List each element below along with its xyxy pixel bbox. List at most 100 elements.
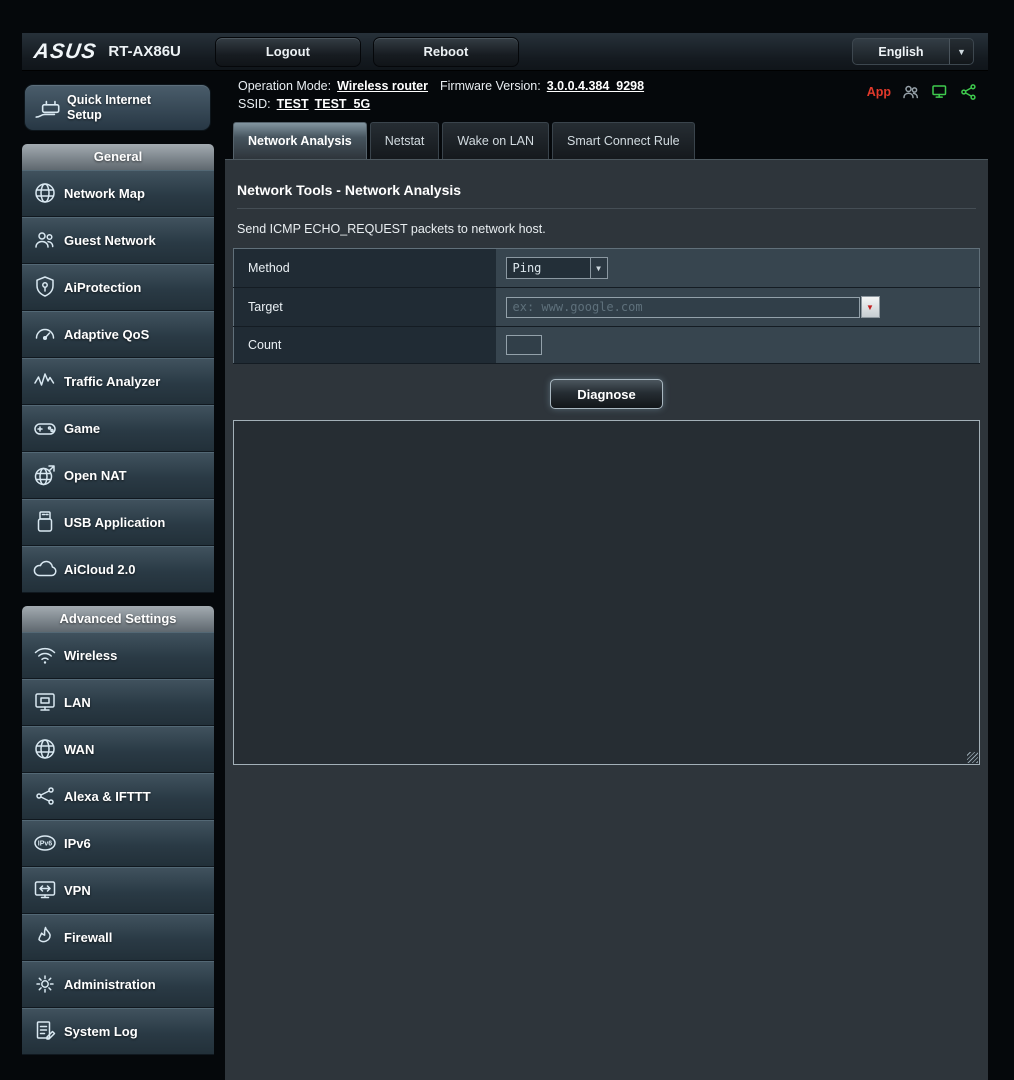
result-textarea[interactable] — [233, 420, 980, 765]
sidebar-item-lan[interactable]: LAN — [22, 679, 214, 726]
monitor-status-icon[interactable] — [931, 83, 949, 101]
language-dropdown[interactable]: English ▼ — [852, 38, 974, 65]
gamepad-icon — [26, 415, 64, 441]
sidebar-item-label: WAN — [64, 741, 95, 757]
analysis-form-table: Method Ping ▼ Target ex: www.google.com … — [233, 248, 980, 364]
sidebar-item-open-nat[interactable]: Open NAT — [22, 452, 214, 499]
method-selected-value: Ping — [512, 261, 542, 275]
sidebar-item-ipv6[interactable]: IPv6 IPv6 — [22, 820, 214, 867]
sidebar-item-label: Administration — [64, 976, 156, 992]
target-input[interactable] — [505, 296, 860, 318]
sidebar-item-label: Firewall — [64, 929, 113, 945]
chevron-down-icon: ▼ — [589, 258, 607, 278]
language-label: English — [878, 44, 924, 59]
ipv6-badge-icon: IPv6 — [26, 830, 64, 856]
sidebar-item-traffic-analyzer[interactable]: Traffic Analyzer — [22, 358, 214, 405]
sidebar-item-adaptive-qos[interactable]: Adaptive QoS — [22, 311, 214, 358]
sidebar-item-label: Game — [64, 420, 101, 436]
operation-mode-link[interactable]: Wireless router — [337, 79, 428, 93]
sidebar-item-wireless[interactable]: Wireless — [22, 632, 214, 679]
sidebar-item-label: System Log — [64, 1023, 138, 1039]
firmware-version-link[interactable]: 3.0.0.4.384_9298 — [547, 79, 644, 93]
sidebar-item-network-map[interactable]: Network Map — [22, 170, 214, 217]
count-row: Count — [233, 326, 980, 364]
globe-arrow-icon — [26, 462, 64, 488]
wan-globe-icon — [26, 736, 64, 762]
count-input[interactable] — [505, 335, 542, 355]
router-model: RT-AX86U — [108, 43, 181, 60]
vpn-tunnel-icon — [26, 877, 64, 903]
sidebar-item-label: Guest Network — [64, 232, 156, 248]
network-share-icon[interactable] — [960, 83, 978, 101]
svg-text:IPv6: IPv6 — [38, 841, 53, 848]
sidebar-item-alexa-ifttt[interactable]: Alexa & IFTTT — [22, 773, 214, 820]
sidebar-item-aiprotection[interactable]: AiProtection — [22, 264, 214, 311]
tab-netstat[interactable]: Netstat — [369, 122, 440, 159]
result-area-wrap — [233, 420, 980, 765]
wifi-icon — [26, 642, 64, 668]
clients-people-icon[interactable] — [902, 83, 920, 101]
app-link[interactable]: App — [867, 85, 891, 99]
main-column: Operation Mode: Wireless router Firmware… — [225, 71, 988, 1080]
sidebar: Quick Internet Setup General Network Map… — [22, 71, 214, 1080]
section-header-advanced: Advanced Settings — [22, 606, 214, 632]
gear-icon — [26, 971, 64, 997]
lan-port-icon — [26, 689, 64, 715]
sidebar-item-label: Open NAT — [64, 467, 127, 483]
method-label: Method — [233, 248, 496, 288]
usb-drive-icon — [26, 509, 64, 535]
waveform-icon — [26, 368, 64, 394]
section-header-general: General — [22, 144, 214, 170]
tab-smart-connect-rule[interactable]: Smart Connect Rule — [552, 122, 695, 159]
sidebar-item-vpn[interactable]: VPN — [22, 867, 214, 914]
logout-button[interactable]: Logout — [214, 36, 361, 67]
chevron-down-icon: ▼ — [949, 39, 973, 64]
ssid-5g-link[interactable]: TEST_5G — [315, 97, 371, 111]
quick-setup-line1: Quick Internet — [67, 92, 152, 107]
sidebar-item-label: USB Application — [64, 514, 166, 530]
flame-icon — [26, 924, 64, 950]
speedometer-icon — [26, 321, 64, 347]
cloud-icon — [26, 556, 64, 582]
page-title: Network Tools - Network Analysis — [237, 182, 976, 209]
resize-handle-icon[interactable] — [967, 752, 978, 763]
ssid-label: SSID: — [238, 97, 271, 111]
info-bar: Operation Mode: Wireless router Firmware… — [225, 71, 988, 159]
reboot-button[interactable]: Reboot — [372, 36, 519, 67]
connected-nodes-icon — [26, 783, 64, 809]
quick-setup-line2: Setup — [67, 107, 102, 122]
ssid-24g-link[interactable]: TEST — [277, 97, 309, 111]
sidebar-item-guest-network[interactable]: Guest Network — [22, 217, 214, 264]
sidebar-item-administration[interactable]: Administration — [22, 961, 214, 1008]
tab-network-analysis[interactable]: Network Analysis — [233, 122, 367, 159]
router-admin-app: ASUS RT-AX86U Logout Reboot English ▼ Qu… — [22, 33, 988, 1080]
sidebar-item-wan[interactable]: WAN — [22, 726, 214, 773]
asus-logo: ASUS — [32, 39, 99, 63]
sidebar-item-game[interactable]: Game — [22, 405, 214, 452]
network-map-icon — [26, 180, 64, 206]
shield-lock-icon — [26, 274, 64, 300]
tab-wake-on-lan[interactable]: Wake on LAN — [442, 122, 550, 159]
sidebar-item-aicloud[interactable]: AiCloud 2.0 — [22, 546, 214, 593]
top-banner: ASUS RT-AX86U Logout Reboot English ▼ — [22, 33, 988, 71]
quick-internet-setup-button[interactable]: Quick Internet Setup — [24, 84, 211, 131]
document-pencil-icon — [26, 1018, 64, 1044]
sidebar-item-label: Network Map — [64, 185, 145, 201]
quick-setup-label: Quick Internet Setup — [67, 93, 151, 123]
sidebar-item-firewall[interactable]: Firewall — [22, 914, 214, 961]
sidebar-item-system-log[interactable]: System Log — [22, 1008, 214, 1055]
operation-mode-label: Operation Mode: — [238, 79, 332, 93]
diagnose-button[interactable]: Diagnose — [550, 379, 663, 409]
sidebar-item-label: AiCloud 2.0 — [64, 561, 136, 577]
guest-network-icon — [26, 227, 64, 253]
target-dropdown-button[interactable]: ▼ — [860, 296, 880, 318]
count-label: Count — [233, 326, 496, 364]
sidebar-item-label: Wireless — [64, 647, 118, 663]
target-row: Target ▼ — [233, 287, 980, 327]
method-select[interactable]: Ping ▼ — [505, 257, 608, 279]
target-label: Target — [233, 287, 496, 327]
sidebar-item-label: Adaptive QoS — [64, 326, 150, 342]
sidebar-item-label: IPv6 — [64, 835, 91, 851]
sidebar-item-usb-application[interactable]: USB Application — [22, 499, 214, 546]
page-description: Send ICMP ECHO_REQUEST packets to networ… — [237, 222, 546, 236]
